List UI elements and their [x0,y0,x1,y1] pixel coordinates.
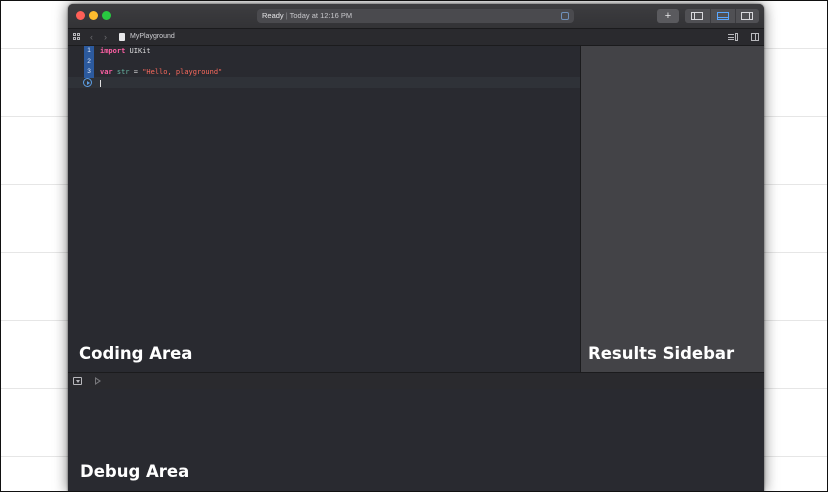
line-number: 1 [87,47,91,54]
import-module: UIKit [125,47,151,55]
text-cursor [100,80,101,87]
playground-file-icon [119,33,125,41]
back-chevron-icon[interactable]: ‹ [90,29,93,45]
panel-toggle-control [685,9,759,23]
status-indicator-icon [561,12,569,20]
title-bar: Ready | Today at 12:16 PM + [68,4,764,29]
hide-debug-area-icon[interactable] [73,377,82,385]
results-sidebar-label: Results Sidebar [588,344,735,363]
assignment-operator: = [129,68,143,76]
line-number: 2 [87,57,91,65]
current-line-highlight [68,77,580,88]
debug-area-label: Debug Area [80,462,190,481]
add-editor-icon[interactable] [751,33,759,41]
activity-status-bar: Ready | Today at 12:16 PM [257,9,574,23]
toggle-debug-area-button[interactable] [710,9,736,23]
string-literal: "Hello, playground" [142,68,223,76]
results-sidebar: Results Sidebar [580,46,764,372]
close-window-button[interactable] [76,11,85,20]
forward-chevron-icon[interactable]: › [104,29,107,45]
debug-toolbar [68,372,764,390]
right-panel-icon [741,12,753,20]
jump-bar: ‹ › MyPlayground [68,29,764,46]
execute-playground-icon[interactable] [95,377,101,385]
editor-options-icon[interactable] [728,33,738,41]
keyword-var: var [100,68,113,76]
toggle-inspector-button[interactable] [735,9,759,23]
zoom-window-button[interactable] [102,11,111,20]
toggle-navigator-button[interactable] [685,9,709,23]
line-number: 3 [87,68,91,75]
debug-area[interactable]: Debug Area [68,389,764,492]
xcode-playground-window: Ready | Today at 12:16 PM + ‹ › MyPlaygrou… [68,4,764,492]
code-line: import UIKit [100,46,222,57]
minimize-window-button[interactable] [89,11,98,20]
code-line: var str = "Hello, playground" [100,67,222,78]
coding-area[interactable]: 1 2 3 import UIKit var str = "Hello, pla… [68,46,580,372]
status-ready-text: Ready [262,11,284,20]
related-items-grid-icon[interactable] [73,33,81,41]
variable-name: str [116,68,130,76]
run-line-icon[interactable] [83,78,92,87]
code-editor-text[interactable]: import UIKit var str = "Hello, playgroun… [100,46,222,78]
keyword-import: import [100,47,126,55]
line-number-gutter: 1 2 3 [84,46,94,78]
bottom-panel-icon [717,12,729,20]
left-panel-icon [691,12,703,20]
library-add-button[interactable]: + [657,9,679,23]
breadcrumb-file-name[interactable]: MyPlayground [130,29,175,45]
status-time-text: Today at 12:16 PM [289,11,353,20]
coding-area-label: Coding Area [79,344,193,363]
